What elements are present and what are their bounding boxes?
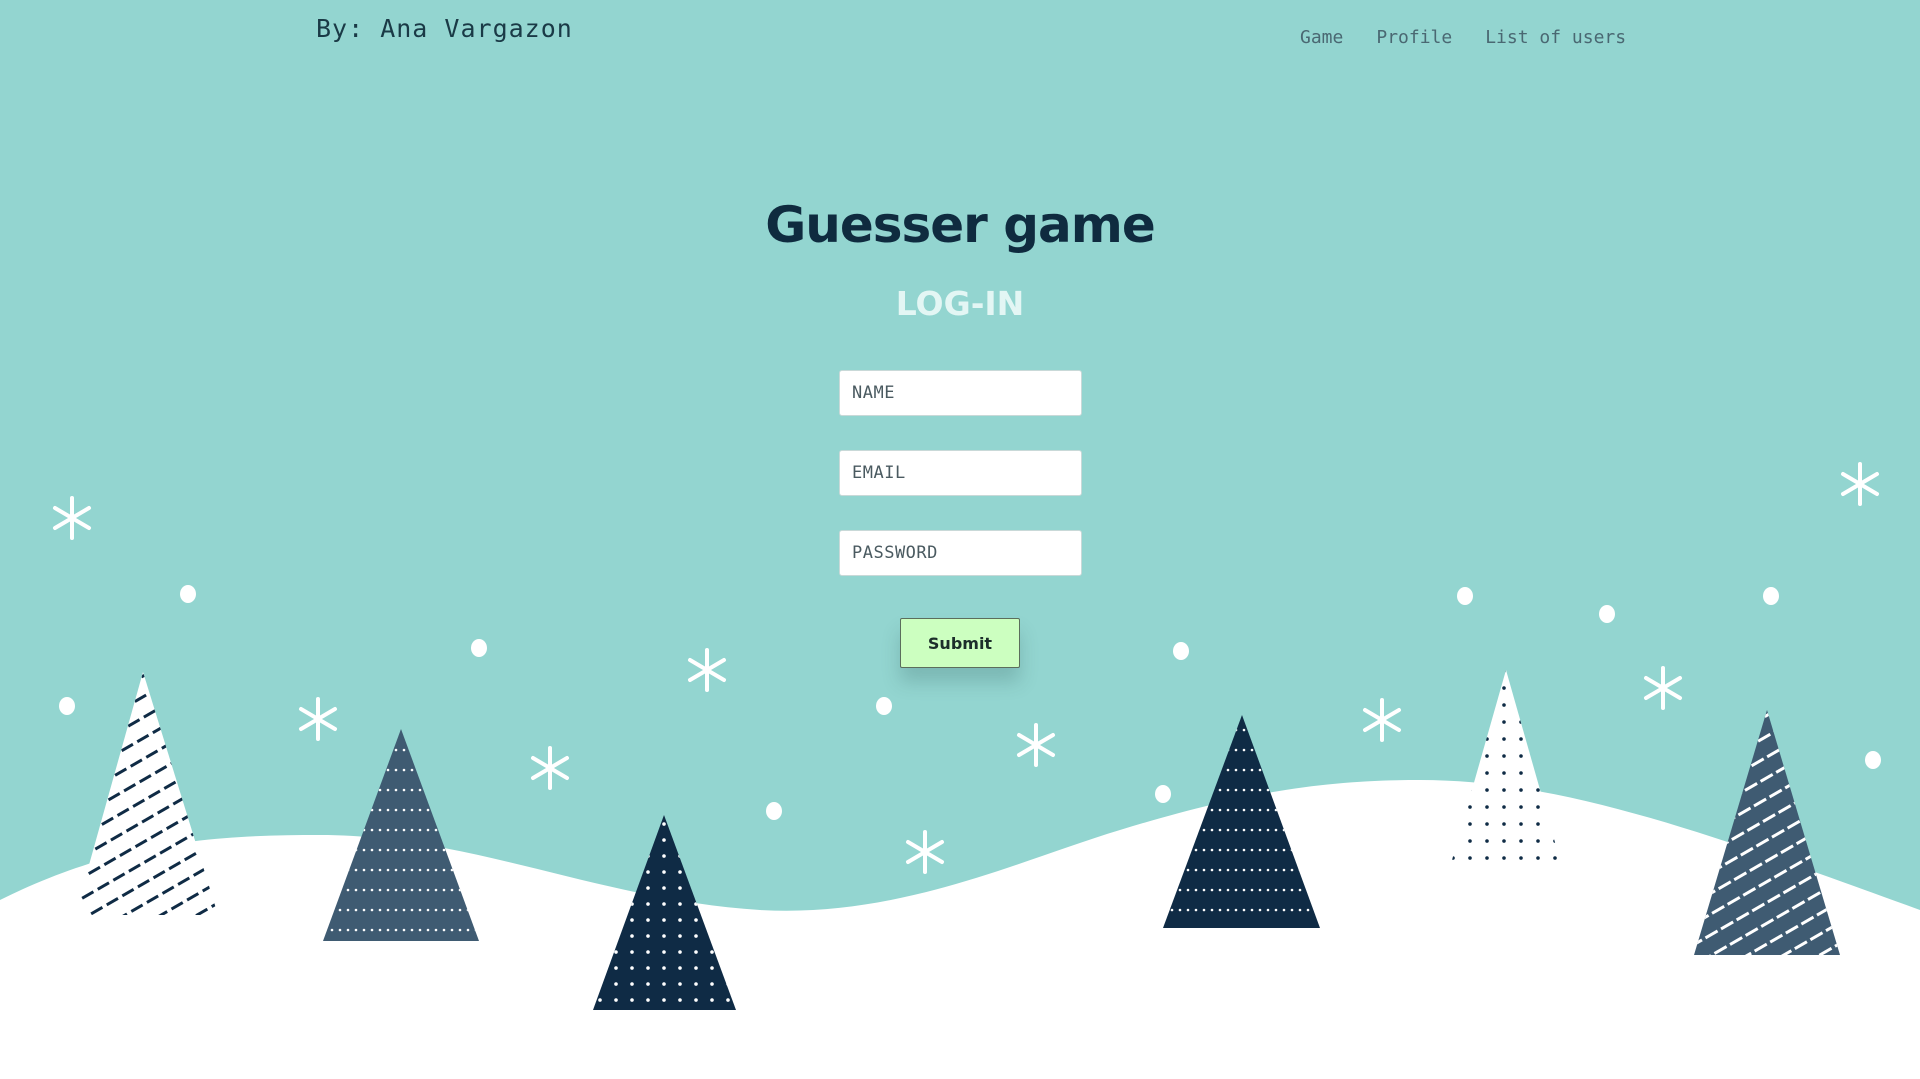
nav-link-profile[interactable]: Profile (1376, 27, 1452, 48)
snowflake-icon (531, 746, 569, 790)
snow-dot (1599, 605, 1615, 623)
snowflake-icon (1644, 666, 1682, 710)
snowflake-icon (1841, 462, 1879, 506)
author-credit: By: Ana Vargazon (316, 14, 573, 43)
name-input[interactable] (839, 370, 1082, 416)
snow-dot (1457, 587, 1473, 605)
snow-dot (766, 802, 782, 820)
snowflake-icon (688, 648, 726, 692)
snow-dot (471, 639, 487, 657)
snow-dot (1763, 587, 1779, 605)
password-input[interactable] (839, 530, 1082, 576)
snowflake-icon (1363, 698, 1401, 742)
snowflake-icon (53, 496, 91, 540)
snow-dot (1865, 751, 1881, 769)
snowflake-icon (299, 697, 337, 741)
snow-dot (59, 697, 75, 715)
nav-link-game[interactable]: Game (1300, 27, 1343, 48)
snow-dot (876, 697, 892, 715)
snow-dot (180, 585, 196, 603)
nav-link-list-of-users[interactable]: List of users (1485, 27, 1626, 48)
snow-hills (0, 780, 1920, 1079)
submit-button[interactable]: Submit (900, 618, 1020, 668)
tree-dotted-lines-slate (323, 729, 479, 941)
page: By: Ana Vargazon Game Profile List of us… (0, 0, 1920, 1079)
snow-dot (1155, 785, 1171, 803)
tree-striped-slate (1694, 710, 1840, 955)
tree-striped-white (75, 672, 218, 915)
snow-dot (1173, 642, 1189, 660)
snowflake-icon (1017, 723, 1055, 767)
page-title: Guesser game (765, 196, 1156, 254)
login-heading: LOG-IN (895, 284, 1025, 323)
snowflake-icon (906, 830, 944, 874)
email-input[interactable] (839, 450, 1082, 496)
tree-dotted-white (1452, 670, 1560, 860)
top-nav: Game Profile List of users (1300, 27, 1626, 48)
